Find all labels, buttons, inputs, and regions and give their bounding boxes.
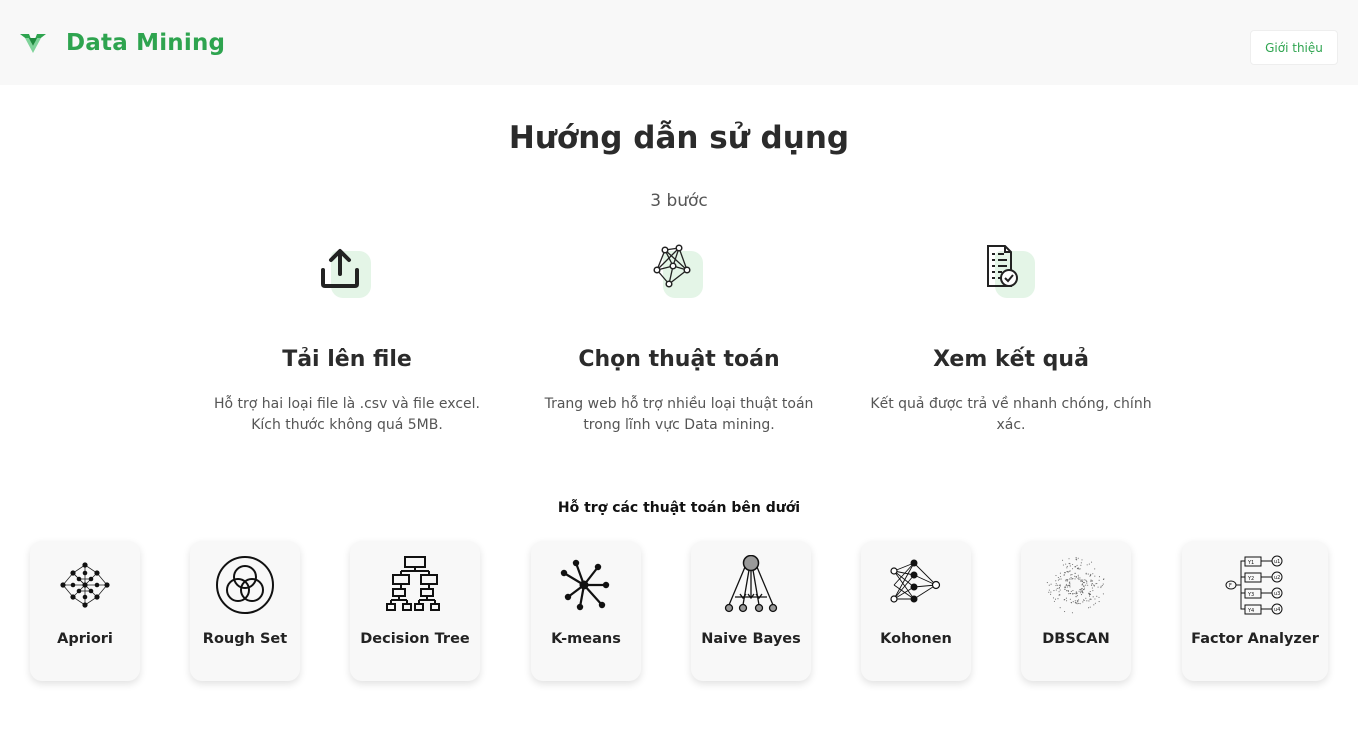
- svg-text:u1: u1: [1274, 559, 1280, 565]
- algo-card-rough-set[interactable]: Rough Set: [190, 541, 300, 681]
- algo-card-dbscan[interactable]: DBSCAN: [1021, 541, 1131, 681]
- step-description: Trang web hỗ trợ nhiều loại thuật toán t…: [544, 396, 814, 433]
- algo-label: Rough Set: [202, 631, 288, 647]
- top-navbar: Data Mining Giới thiệu: [0, 0, 1358, 85]
- svg-text:u4: u4: [1274, 607, 1280, 613]
- step-title: Chọn thuật toán: [578, 347, 780, 372]
- algo-label: Factor Analyzer: [1191, 631, 1319, 647]
- factor-diagram-icon: Y1 Y2 Y3 Y4 u1 u2 u3 u4 F: [1225, 555, 1283, 615]
- brand-title[interactable]: Data Mining: [66, 30, 225, 56]
- cluster-star-icon: [560, 559, 610, 611]
- algo-card-k-means[interactable]: K-means: [531, 541, 641, 681]
- svg-text:Y4: Y4: [1247, 608, 1254, 614]
- neural-network-icon: [890, 559, 941, 603]
- algo-card-decision-tree[interactable]: Decision Tree: [350, 541, 480, 681]
- svg-text:u3: u3: [1274, 591, 1280, 597]
- algo-card-kohonen[interactable]: Kohonen: [861, 541, 971, 681]
- svg-text:Y2: Y2: [1247, 576, 1254, 582]
- algo-label: Decision Tree: [360, 631, 470, 647]
- algorithms-heading: Hỗ trợ các thuật toán bên dưới: [557, 500, 801, 516]
- step-title: Tải lên file: [282, 347, 412, 372]
- page-title: Hướng dẫn sử dụng: [508, 120, 850, 156]
- algo-label: DBSCAN: [1042, 631, 1110, 647]
- venn-circles-icon: [216, 556, 274, 614]
- about-button[interactable]: Giới thiệu: [1250, 30, 1338, 65]
- step-title: Xem kết quả: [933, 347, 1089, 372]
- network-graph-icon: [639, 240, 709, 304]
- svg-text:Y1: Y1: [1247, 560, 1254, 566]
- algo-label: Kohonen: [880, 631, 952, 647]
- svg-text:Y3: Y3: [1247, 592, 1254, 598]
- step-description: Hỗ trợ hai loại file là .csv và file exc…: [214, 396, 480, 433]
- svg-text:u2: u2: [1274, 575, 1280, 581]
- algo-label: Naive Bayes: [701, 631, 801, 647]
- step-choose-algorithm: Chọn thuật toán Trang web hỗ trợ nhiều l…: [519, 240, 839, 440]
- algo-card-apriori[interactable]: Apriori: [30, 541, 140, 681]
- green-v-logo-icon[interactable]: [20, 32, 46, 54]
- neural-lattice-icon: [60, 562, 110, 608]
- algo-card-factor-analyzer[interactable]: Y1 Y2 Y3 Y4 u1 u2 u3 u4 F Factor Analyzer: [1182, 541, 1328, 681]
- svg-text:F: F: [1229, 583, 1232, 589]
- bayes-pendulum-icon: [724, 555, 778, 613]
- upload-icon: [307, 240, 377, 304]
- step-upload: Tải lên file Hỗ trợ hai loại file là .cs…: [187, 240, 507, 440]
- report-check-icon: [971, 240, 1041, 304]
- algo-label: K-means: [551, 631, 621, 647]
- page-subtitle: 3 bước: [650, 191, 708, 211]
- algo-label: Apriori: [57, 631, 113, 647]
- algo-card-naive-bayes[interactable]: Naive Bayes: [691, 541, 811, 681]
- step-description: Kết quả được trả về nhanh chóng, chính x…: [870, 396, 1152, 433]
- tree-hierarchy-icon: [386, 556, 440, 611]
- step-view-results: Xem kết quả Kết quả được trả về nhanh ch…: [851, 240, 1171, 440]
- density-scatter-icon: [1046, 557, 1105, 614]
